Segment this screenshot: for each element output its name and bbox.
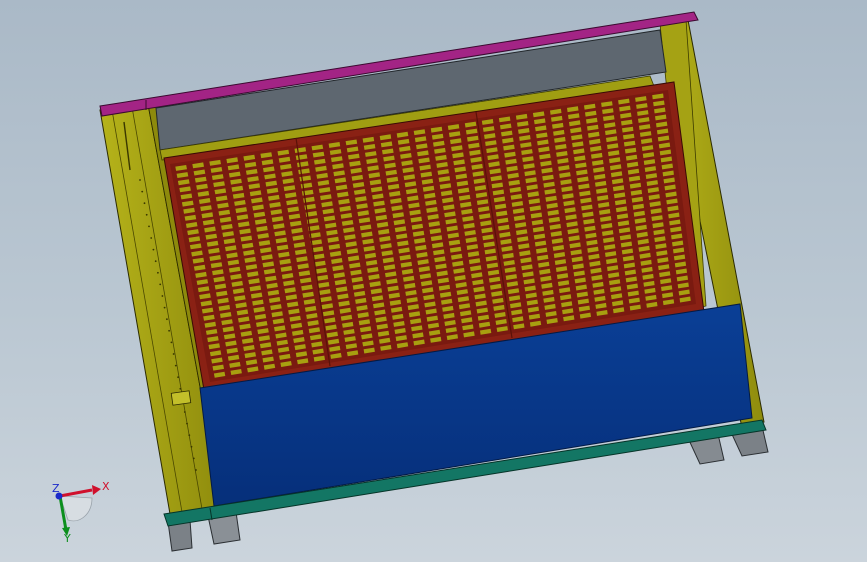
perforation-dot (190, 445, 193, 448)
triad-y-label: Y (63, 532, 71, 545)
coordinate-triad[interactable]: X Z Y (40, 470, 160, 560)
perforation-dot (195, 469, 197, 471)
perforation-dot (139, 179, 141, 181)
triad-x-axis (59, 488, 93, 498)
left-frame-latch (170, 390, 192, 406)
perforation-dot (161, 295, 164, 297)
perforation-dot (154, 260, 157, 263)
perforation-dot (174, 364, 177, 367)
perforation-dot (177, 376, 180, 379)
perforation-dot (145, 213, 148, 216)
triad-x-label: X (102, 480, 110, 493)
cad-viewport[interactable]: X Z Y (0, 0, 867, 562)
perforation-dot (192, 457, 195, 460)
perforation-dot (157, 271, 159, 274)
perforation-dot (168, 329, 171, 332)
perforation-dot (172, 353, 175, 355)
triad-x-arrowhead (92, 485, 101, 495)
perforation-dot (148, 225, 150, 228)
perforation-dot (188, 434, 191, 437)
perforation-dot (152, 248, 155, 251)
perforation-dot (163, 306, 166, 309)
perforation-dot (179, 387, 182, 390)
perforation-dot (166, 318, 168, 321)
perforation-dot (150, 237, 153, 239)
perforation-dot (186, 422, 188, 425)
perforation-dot (170, 341, 173, 344)
perforation-dot (143, 202, 146, 205)
triad-z-label: Z (52, 482, 60, 495)
perforation-dot (183, 411, 186, 413)
perforation-dot (159, 283, 162, 286)
perforation-dot (141, 190, 144, 193)
